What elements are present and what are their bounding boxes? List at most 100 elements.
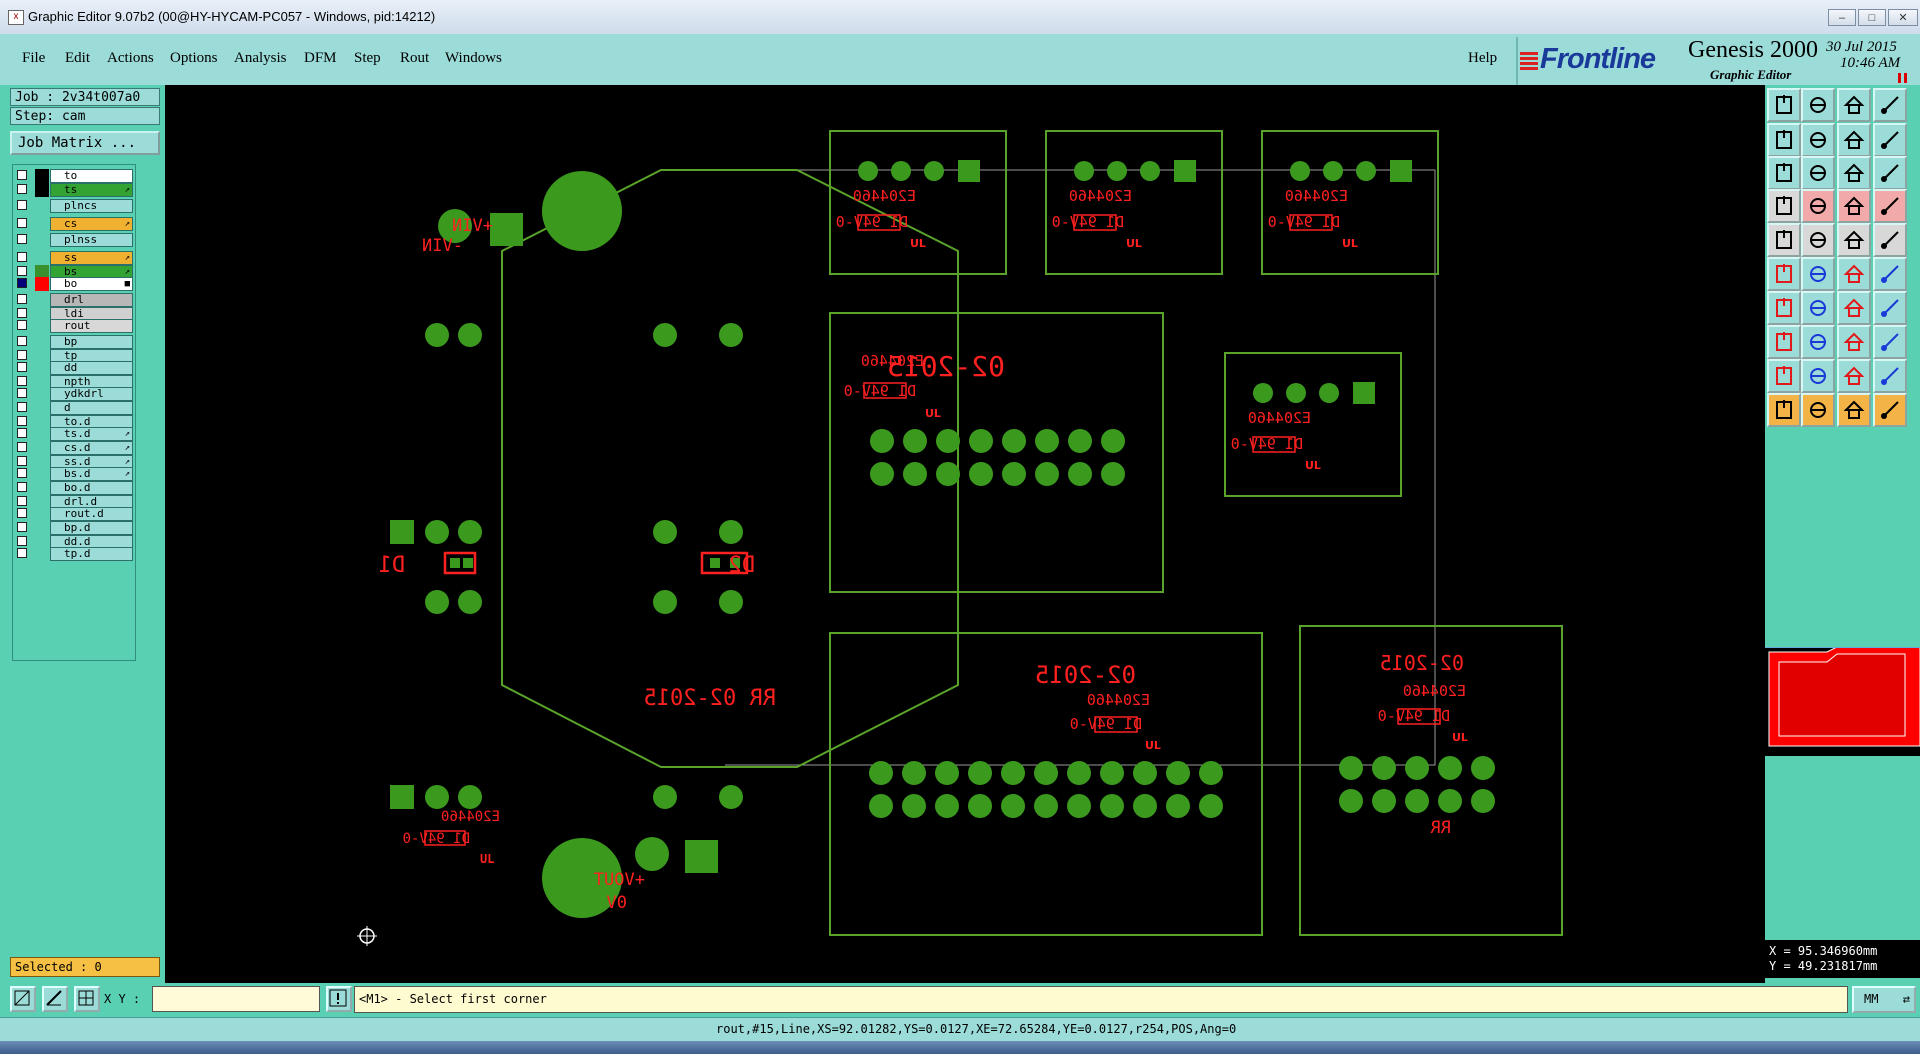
layer-row-cs-d[interactable]: cs.d ↗	[15, 441, 133, 455]
open-step-icon[interactable]	[1767, 88, 1801, 122]
pan-right-icon[interactable]	[1801, 123, 1835, 157]
layer-row-rout-d[interactable]: rout.d	[15, 507, 133, 521]
layer-checkbox[interactable]	[17, 308, 27, 318]
menu-edit[interactable]: Edit	[65, 50, 90, 67]
layer-checkbox[interactable]	[17, 170, 27, 180]
layer-row-rout[interactable]: rout	[15, 319, 133, 333]
minimize-button[interactable]: ‒	[1828, 9, 1856, 26]
line-red-icon[interactable]	[1767, 291, 1801, 325]
layer-row-drl[interactable]: drl	[15, 293, 133, 307]
layer-name[interactable]: bo ■	[50, 277, 133, 291]
maximize-button[interactable]: □	[1858, 9, 1886, 26]
fit-icon[interactable]	[1767, 156, 1801, 190]
layer-checkbox[interactable]	[17, 252, 27, 262]
layer-row-bp-d[interactable]: bp.d	[15, 521, 133, 535]
layer-color-swatch[interactable]	[35, 183, 49, 197]
triangle3-icon[interactable]	[1837, 359, 1871, 393]
triangle2-icon[interactable]	[1801, 359, 1835, 393]
layer-checkbox[interactable]	[17, 522, 27, 532]
layer-name[interactable]: rout.d	[50, 507, 133, 521]
grid-red2-icon[interactable]	[1873, 189, 1907, 223]
menu-options[interactable]: Options	[170, 50, 218, 67]
layer-checkbox[interactable]	[17, 416, 27, 426]
layer-checkbox[interactable]	[17, 428, 27, 438]
layer-row-tp-d[interactable]: tp.d	[15, 547, 133, 561]
layer-name[interactable]: plncs	[50, 199, 133, 213]
layer-name[interactable]: ydkdrl	[50, 387, 133, 401]
menu-analysis[interactable]: Analysis	[234, 50, 287, 67]
layer-checkbox[interactable]	[17, 362, 27, 372]
layer-checkbox[interactable]	[17, 266, 27, 276]
layer-name[interactable]: dd	[50, 361, 133, 375]
cut-icon[interactable]	[1873, 291, 1907, 325]
layer-name[interactable]: to	[50, 169, 133, 183]
measure-icon[interactable]	[1767, 189, 1801, 223]
link-icon[interactable]	[1837, 257, 1871, 291]
home-icon[interactable]	[1837, 88, 1871, 122]
layer-name[interactable]: d	[50, 401, 133, 415]
layer-checkbox[interactable]	[17, 320, 27, 330]
graphic-canvas[interactable]: .ol { fill:none; stroke:#5aa32a; stroke-…	[165, 85, 1765, 983]
layer-checkbox[interactable]	[17, 200, 27, 210]
layer-row-dd[interactable]: dd	[15, 361, 133, 375]
layer-checkbox[interactable]	[17, 234, 27, 244]
layer-checkbox[interactable]	[17, 350, 27, 360]
scale-1-1-icon[interactable]	[1837, 156, 1871, 190]
route-icon[interactable]	[1873, 393, 1907, 427]
layer-name[interactable]: cs.d ↗	[50, 441, 133, 455]
measure-icon[interactable]	[42, 986, 68, 1012]
layer-name[interactable]: ts.d ↗	[50, 427, 133, 441]
ruler-icon[interactable]	[1837, 223, 1871, 257]
layer-checkbox[interactable]	[17, 456, 27, 466]
layer-name[interactable]: bs.d ↗	[50, 467, 133, 481]
save-icon[interactable]	[1801, 88, 1835, 122]
layer-checkbox[interactable]	[17, 388, 27, 398]
pointer-icon[interactable]	[1767, 393, 1801, 427]
line-blue-icon[interactable]	[1801, 291, 1835, 325]
menu-file[interactable]: File	[22, 50, 45, 67]
layer-row-ts[interactable]: ts ↗	[15, 183, 133, 197]
layer-color-swatch[interactable]	[35, 169, 49, 183]
layer-checkbox[interactable]	[17, 468, 27, 478]
swap-icon[interactable]	[1837, 123, 1871, 157]
layer-name[interactable]: drl	[50, 293, 133, 307]
layer-checkbox[interactable]	[17, 442, 27, 452]
menu-dfm[interactable]: DFM	[304, 50, 337, 67]
layer-name[interactable]: rout	[50, 319, 133, 333]
layer-checkbox[interactable]	[17, 184, 27, 194]
pan-left-icon[interactable]	[1767, 123, 1801, 157]
layer-checkbox[interactable]	[17, 482, 27, 492]
layer-checkbox[interactable]	[17, 376, 27, 386]
probe-icon[interactable]	[1801, 189, 1835, 223]
layer-row-ss[interactable]: ss ↗	[15, 251, 133, 265]
layer-checkbox[interactable]	[17, 496, 27, 506]
select-area-icon[interactable]	[10, 986, 36, 1012]
diag-node-icon[interactable]	[1873, 257, 1907, 291]
layer-name[interactable]: bp	[50, 335, 133, 349]
dot-icon[interactable]	[1873, 223, 1907, 257]
snap-icon[interactable]	[1873, 123, 1907, 157]
layer-row-bp[interactable]: bp	[15, 335, 133, 349]
frame-icon[interactable]	[1837, 325, 1871, 359]
layer-name[interactable]: ts ↗	[50, 183, 133, 197]
layer-checkbox[interactable]	[17, 402, 27, 412]
layer-row-bo[interactable]: bo ■	[15, 277, 133, 291]
layer-row-bs-d[interactable]: bs.d ↗	[15, 467, 133, 481]
triangle-icon[interactable]	[1767, 359, 1801, 393]
layer-checkbox[interactable]	[17, 278, 27, 288]
layer-checkbox[interactable]	[17, 294, 27, 304]
pause-icon[interactable]	[1898, 73, 1901, 83]
snap-point-icon[interactable]	[1767, 325, 1801, 359]
layer-checkbox[interactable]	[17, 336, 27, 346]
help-icon[interactable]	[1873, 156, 1907, 190]
node-icon[interactable]	[1767, 257, 1801, 291]
close-button[interactable]: ✕	[1888, 9, 1918, 26]
cross-icon[interactable]	[1801, 257, 1835, 291]
multi-select-icon[interactable]	[1873, 325, 1907, 359]
layer-row-ydkdrl[interactable]: ydkdrl	[15, 387, 133, 401]
layer-name[interactable]: tp.d	[50, 547, 133, 561]
layer-row-to[interactable]: to	[15, 169, 133, 183]
layer-name[interactable]: bp.d	[50, 521, 133, 535]
dash-icon[interactable]	[1801, 325, 1835, 359]
layer-checkbox[interactable]	[17, 218, 27, 228]
